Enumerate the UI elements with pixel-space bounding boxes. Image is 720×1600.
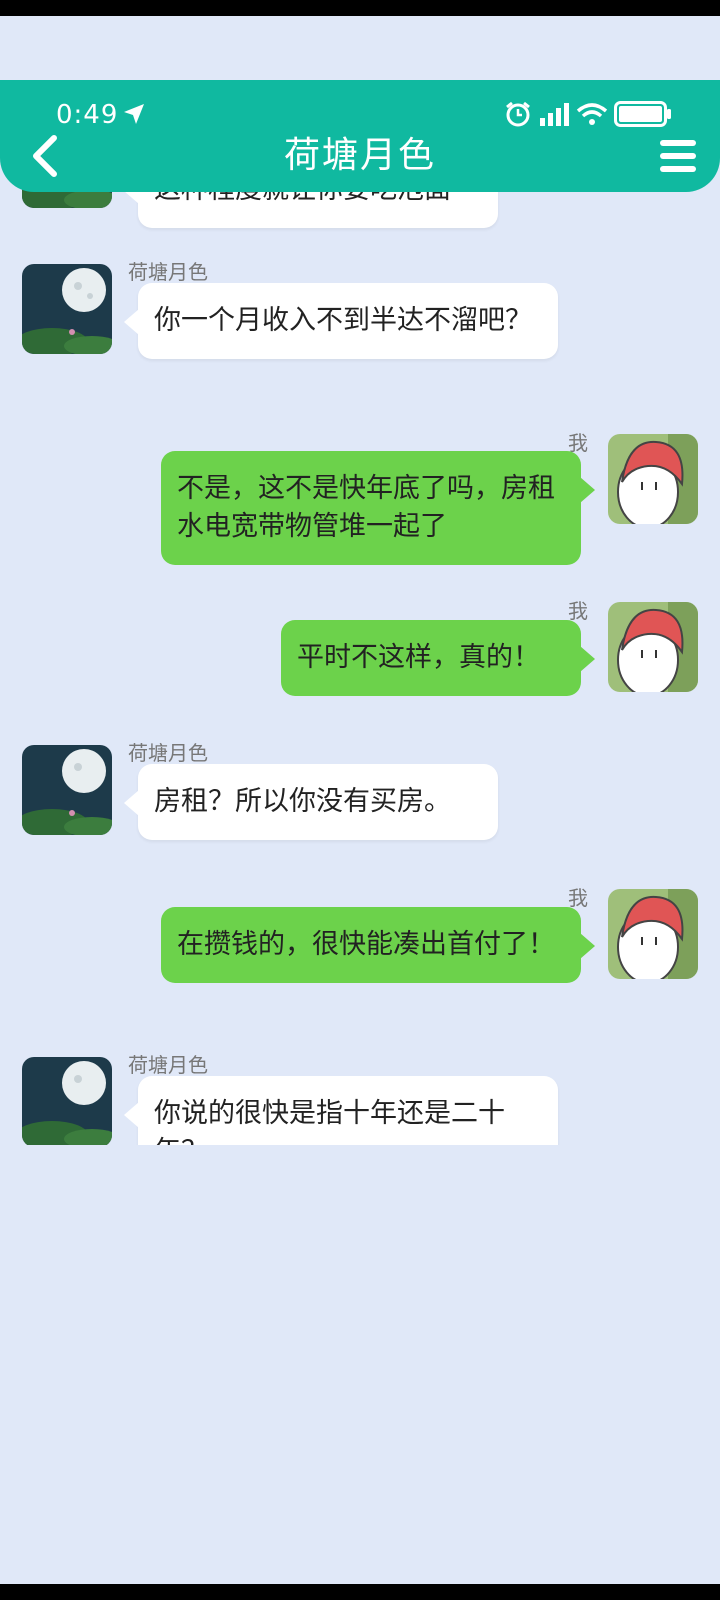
sender-name: 荷塘月色 [128,1053,208,1077]
sender-name: 荷塘月色 [128,260,208,284]
status-icons [504,100,672,128]
alarm-icon [506,101,530,127]
battery-icon [614,101,671,127]
contact-avatar[interactable] [22,264,112,354]
menu-icon[interactable] [658,138,698,174]
message-bubble[interactable]: 平时不这样，真的！ [281,620,595,696]
message-bubble[interactable]: 房租？所以你没有买房。 [124,764,498,840]
contact-avatar[interactable] [22,1057,112,1145]
message-bubble[interactable]: 在攒钱的，很快能凑出首付了！ [161,907,595,983]
signal-icon [540,103,569,126]
sender-name: 荷塘月色 [128,741,208,765]
message-bubble[interactable]: 不是，这不是快年底了吗，房租水电宽带物管堆一起了 [161,451,595,565]
user-avatar[interactable] [608,434,698,524]
bottom-screen-edge [0,1584,720,1600]
wifi-icon [576,103,608,125]
chat-title: 荷塘月色 [283,135,436,176]
user-avatar[interactable] [608,889,698,979]
user-avatar[interactable] [608,602,698,692]
location-arrow-icon [124,104,144,124]
contact-avatar[interactable] [22,745,112,835]
app-header: 0:49 荷塘月色 [0,80,720,192]
message-bubble[interactable]: 你一个月收入不到半达不溜吧？ [124,283,558,359]
message-bubble[interactable]: 你说的很快是指十年还是二十年？ [124,1076,558,1145]
